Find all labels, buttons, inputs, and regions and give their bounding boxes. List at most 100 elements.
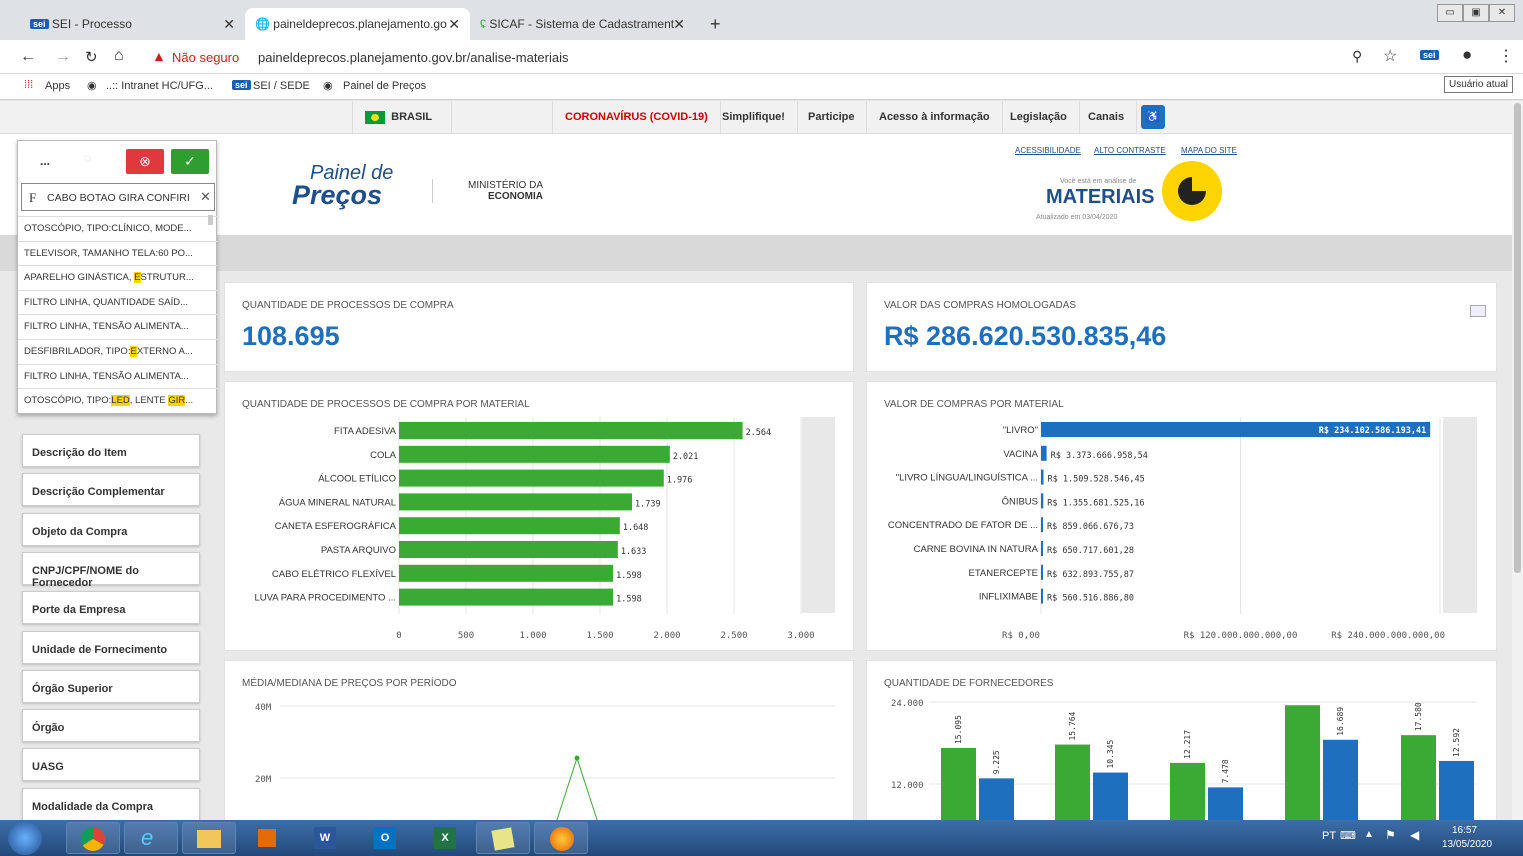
reload-icon[interactable]: ↻ (85, 48, 98, 66)
menu-icon[interactable]: ⋮ (1498, 46, 1514, 66)
analysis-label: Você está em análise de (1060, 178, 1137, 185)
firefox-taskbar-icon[interactable] (534, 822, 588, 854)
bar (1041, 469, 1044, 485)
data-label: R$ 1.355.681.525,16 (1047, 498, 1144, 508)
page-scrollbar[interactable] (1512, 101, 1523, 820)
sei-extension-icon[interactable]: sei (1420, 50, 1439, 60)
bookmark-intranet[interactable]: ..:: Intranet HC/UFG... (106, 80, 213, 92)
filter-button[interactable]: Descrição do Item (22, 434, 200, 467)
chart2-svg: R$ 0,00 R$ 120.000.000.000,00 R$ 240.000.0… (888, 417, 1477, 641)
mapa-site-link[interactable]: MAPA DO SITE (1181, 146, 1237, 155)
category-label: VACINA (1003, 449, 1038, 460)
dropdown-item[interactable]: APARELHO GINÁSTICA, ESTRUTUR... (18, 265, 218, 290)
tab-painel[interactable]: 🌐 paineldeprecos.planejamento.go ✕ (245, 8, 470, 40)
dropdown-scrollbar[interactable] (208, 215, 213, 225)
explorer-taskbar-icon[interactable] (182, 822, 236, 854)
network-icon[interactable]: ⚑ (1385, 828, 1396, 842)
profile-icon[interactable]: ● (1462, 45, 1472, 65)
filter-button[interactable]: Objeto da Compra (22, 512, 200, 546)
bookmark-apps[interactable]: Apps (45, 80, 70, 92)
logo-line2: Preços (292, 180, 383, 210)
confirm-button[interactable]: ✓ (171, 149, 209, 174)
search-prefix: F (29, 190, 37, 205)
data-label: 16.689 (1336, 707, 1345, 736)
home-icon[interactable]: ⌂ (114, 47, 124, 65)
forward-icon[interactable]: → (55, 48, 71, 66)
kpi-valor-title: VALOR DAS COMPRAS HOMOLOGADAS (884, 300, 1077, 311)
dropdown-item[interactable]: TELEVISOR, TAMANHO TELA:60 PO... (18, 240, 218, 266)
filter-button[interactable]: UASG (22, 748, 200, 782)
new-tab-button[interactable]: + (700, 8, 731, 40)
accessibility-icon[interactable]: ♿ (1141, 105, 1165, 129)
minimize-icon[interactable]: ▭ (1437, 4, 1463, 22)
start-button[interactable] (8, 821, 42, 855)
data-label: 23.375 (1264, 706, 1273, 735)
covid-link[interactable]: CORONAVÍRUS (COVID-19) (553, 101, 721, 134)
category-label: CARNE BOVINA IN NATURA (914, 544, 1039, 555)
close-tab-icon[interactable]: ✕ (448, 16, 460, 33)
logo[interactable]: Preços (292, 180, 382, 211)
acessibilidade-link[interactable]: ACESSIBILIDADE (1015, 146, 1081, 155)
tab-sei[interactable]: sei SEI - Processo ✕ (20, 8, 245, 40)
acesso-link[interactable]: Acesso à informação (867, 101, 1003, 134)
dropdown-item[interactable]: FILTRO LINHA, TENSÃO ALIMENTA... (18, 314, 218, 339)
data-label: R$ 3.373.666.958,54 (1051, 451, 1148, 461)
filter-button[interactable]: Unidade de Fornecimento (22, 630, 200, 664)
dropdown-item[interactable]: FILTRO LINHA, TENSÃO ALIMENTA... (18, 363, 218, 389)
notes-taskbar-icon[interactable] (476, 822, 530, 854)
filter-button[interactable]: Modalidade da Compra (22, 787, 200, 821)
clock-date[interactable]: 13/05/2020 (1442, 839, 1492, 850)
filter-button[interactable]: Órgão (22, 709, 200, 743)
dropdown-item[interactable]: OTOSCÓPIO, TIPO:CLÍNICO, MODE... (18, 216, 218, 241)
dropdown-item[interactable]: OTOSCÓPIO, TIPO:LED, LENTE GIR... (18, 388, 218, 413)
filter-search-input[interactable]: F CABO BOTAO GIRA CONFIRI ✕ (21, 183, 215, 211)
volume-icon[interactable]: ◀ (1410, 828, 1419, 842)
simplifique-link[interactable]: Simplifique! (710, 101, 798, 134)
cancel-button[interactable]: ⊗ (126, 149, 164, 174)
bookmark-painel[interactable]: Painel de Preços (343, 80, 426, 92)
dropdown-item[interactable]: FILTRO LINHA, QUANTIDADE SAÍD... (18, 289, 218, 315)
star-icon[interactable]: ☆ (1383, 46, 1397, 66)
more-button[interactable]: ... (40, 154, 50, 168)
close-tab-icon[interactable]: ✕ (673, 16, 685, 33)
bar (979, 778, 1014, 826)
participe-link[interactable]: Participe (796, 101, 868, 134)
x-tick-label: R$ 120.000.000.000,00 (1184, 631, 1298, 641)
category-label: ÁLCOOL ETÍLICO (318, 474, 396, 485)
bar (1439, 760, 1474, 826)
bar (399, 445, 670, 463)
tab-sicaf[interactable]: ʢ SICAF - Sistema de Cadastrament ✕ (470, 8, 695, 40)
y-tick-label: 40M (255, 703, 272, 713)
ministry-line1: MINISTÉRIO DA (468, 180, 544, 191)
word-taskbar-icon[interactable]: W (298, 822, 352, 854)
tray-expand-icon[interactable]: ▲ (1364, 829, 1374, 840)
legislacao-link[interactable]: Legislação (998, 101, 1080, 134)
chrome-taskbar-icon[interactable] (66, 822, 120, 854)
dropdown-item[interactable]: DESFIBRILADOR, TIPO:EXTERNO A... (18, 339, 218, 364)
maximize-icon[interactable]: ▣ (1463, 4, 1489, 22)
mail-taskbar-icon[interactable]: O (358, 822, 412, 854)
filter-button[interactable]: Descrição Complementar (22, 473, 200, 507)
keyboard-icon[interactable]: ⌨ (1340, 829, 1356, 842)
clock-time[interactable]: 16:57 (1452, 825, 1477, 836)
back-icon[interactable]: ← (20, 48, 36, 66)
category-label: ÁGUA MINERAL NATURAL (279, 497, 396, 508)
bookmark-sei[interactable]: SEI / SEDE (253, 80, 310, 92)
language-indicator[interactable]: PT (1322, 830, 1336, 842)
filter-button[interactable]: CNPJ/CPF/NOME do Fornecedor (22, 551, 200, 589)
close-tab-icon[interactable]: ✕ (223, 16, 235, 33)
globe-icon: ◉ (87, 80, 97, 92)
clear-icon[interactable]: ✕ (200, 189, 211, 205)
canais-link[interactable]: Canais (1076, 101, 1138, 134)
zoom-icon[interactable]: ⚲ (1352, 48, 1362, 65)
url-field[interactable]: ▲ Não seguro paineldeprecos.planejamento… (140, 44, 1380, 70)
close-window-icon[interactable]: ✕ (1489, 4, 1515, 22)
filter-button[interactable]: Órgão Superior (22, 669, 200, 703)
brasil-link[interactable]: BRASIL (352, 101, 452, 134)
outlook-taskbar-icon[interactable] (240, 822, 294, 854)
excel-taskbar-icon[interactable]: X (418, 822, 472, 854)
ie-taskbar-icon[interactable]: e (124, 822, 178, 854)
x-tick-label: 2.000 (653, 631, 680, 641)
alto-contraste-link[interactable]: ALTO CONTRASTE (1094, 146, 1166, 155)
filter-button[interactable]: Porte da Empresa (22, 591, 200, 625)
